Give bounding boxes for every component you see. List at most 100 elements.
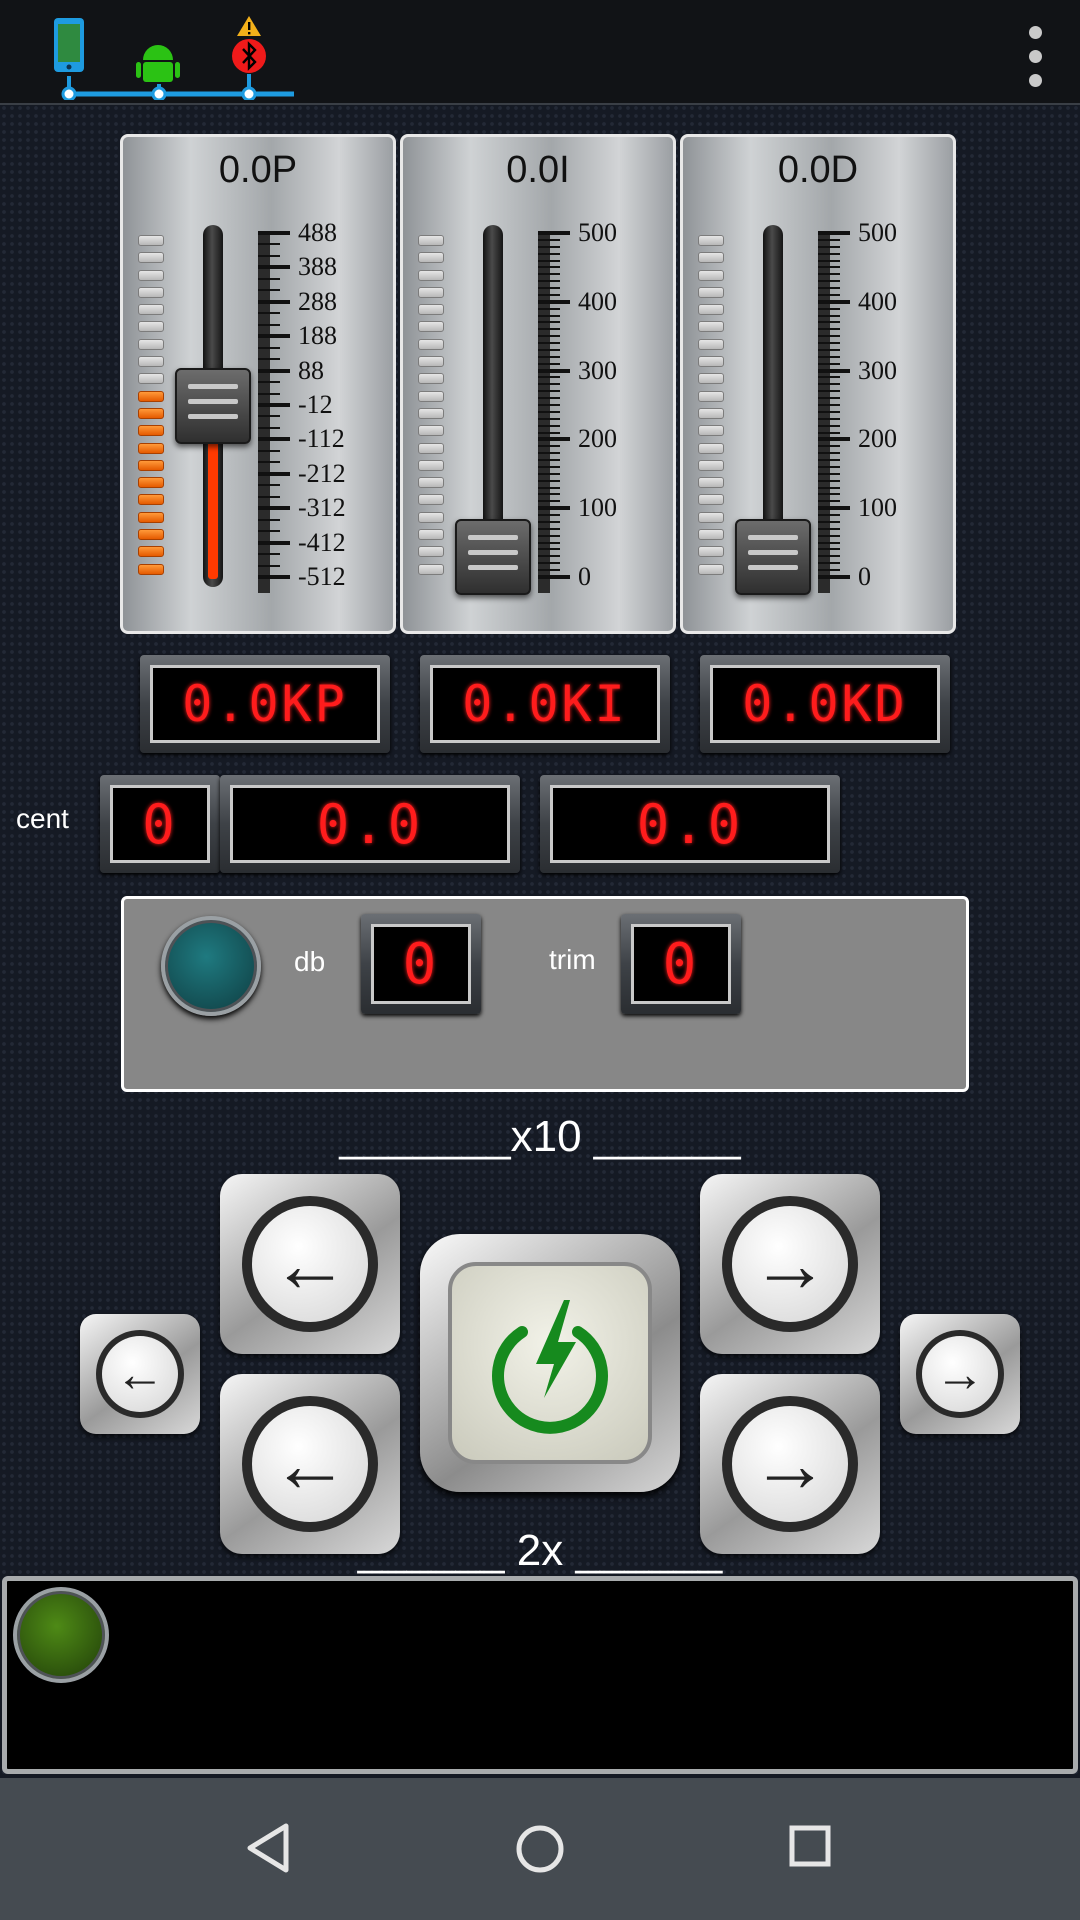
minor-tick [818,479,840,482]
value-3: 0.0 [550,785,830,863]
home-icon[interactable] [513,1822,567,1876]
left-small-button[interactable]: ← [80,1314,200,1434]
console-panel [2,1576,1078,1774]
cent-label: cent [16,803,69,834]
value-display-3: 0.0 [540,775,840,873]
minor-tick [818,445,840,448]
minor-tick [538,280,560,283]
tick-label: 288 [298,286,337,316]
led-unlit [698,511,724,523]
minor-tick [258,243,280,246]
minor-tick [258,449,280,452]
led-unlit [418,390,444,402]
led-unlit [698,304,724,316]
minor-tick [538,355,560,358]
led-meter-p [138,235,164,581]
minor-tick [538,390,560,393]
tick-label: 500 [858,218,897,247]
major-tick [818,506,850,511]
led-unlit [418,269,444,281]
led-unlit [418,338,444,350]
minor-tick [538,562,560,565]
minor-tick [818,376,840,379]
ki-value: 0.0KI [430,665,660,743]
kd-value: 0.0KD [710,665,940,743]
minor-tick [538,445,560,448]
slider-handle-i[interactable] [455,519,531,595]
led-lit [138,563,164,575]
tick-label: 0 [578,562,591,591]
left-arrow-icon: ← [102,1336,178,1412]
recents-icon[interactable] [788,1824,832,1868]
led-unlit [698,321,724,333]
minor-tick [538,328,560,331]
navigation-bar [0,1778,1080,1920]
led-unlit [698,494,724,506]
led-unlit [698,563,724,575]
right-arrow-icon: → [732,1206,848,1322]
slider-handle-p[interactable] [175,368,251,444]
status-indicator-light [161,916,261,1016]
minor-tick [818,431,840,434]
major-tick [258,368,290,373]
overflow-menu-icon[interactable] [1010,20,1060,90]
tick-label: 0 [858,562,871,591]
value-2: 0.0 [230,785,510,863]
led-lit [138,442,164,454]
minor-tick [818,252,840,255]
left-x10-button[interactable]: ← [220,1174,400,1354]
minor-tick [818,520,840,523]
led-unlit [698,529,724,541]
minor-tick [258,346,280,349]
minor-tick [818,390,840,393]
minor-tick [818,293,840,296]
led-unlit [418,477,444,489]
tick-label: 88 [298,355,324,385]
console-indicator-light [13,1587,109,1683]
minor-tick [538,362,560,365]
led-unlit [698,407,724,419]
major-tick [258,403,290,407]
minor-tick [538,266,560,269]
slider-handle-d[interactable] [735,519,811,595]
minor-tick [818,548,840,551]
tick-label: -212 [298,458,346,488]
power-button[interactable] [420,1234,680,1492]
minor-tick [258,495,280,498]
slider-panel-p: 0.0P 488 388 288 188 88 -12 -112 -212 -312 -412 -5… [120,134,396,634]
db-value: 0 [371,924,471,1004]
minor-tick [538,273,560,276]
minor-tick [538,452,560,455]
minor-tick [818,459,840,462]
led-lit [138,459,164,471]
minor-tick [538,410,560,413]
minor-tick [258,289,280,292]
slider-panel-d: 0.0D 500 400 300 200 100 0 [680,134,956,634]
led-unlit [418,442,444,454]
minor-tick [818,355,840,358]
minor-tick [538,493,560,496]
tick-label: 300 [578,355,617,385]
db-trim-panel: db 0 trim 0 [121,896,969,1092]
minor-tick [538,569,560,572]
right-small-button[interactable]: → [900,1314,1020,1434]
minor-tick [538,555,560,558]
minor-tick [538,252,560,255]
led-unlit [418,563,444,575]
tick-label: 488 [298,218,337,247]
trim-label: trim [549,944,596,975]
led-unlit [698,459,724,471]
minor-tick [818,245,840,248]
major-tick [818,575,850,579]
led-lit [138,425,164,437]
minor-tick [538,520,560,523]
major-tick [258,437,290,442]
minor-tick [818,383,840,386]
led-lit [138,511,164,523]
back-icon[interactable] [244,1822,294,1874]
right-x10-button[interactable]: → [700,1174,880,1354]
tick-label: -312 [298,493,346,523]
minor-tick [538,541,560,544]
tick-label: 500 [578,218,617,247]
warning-icon [237,16,261,36]
